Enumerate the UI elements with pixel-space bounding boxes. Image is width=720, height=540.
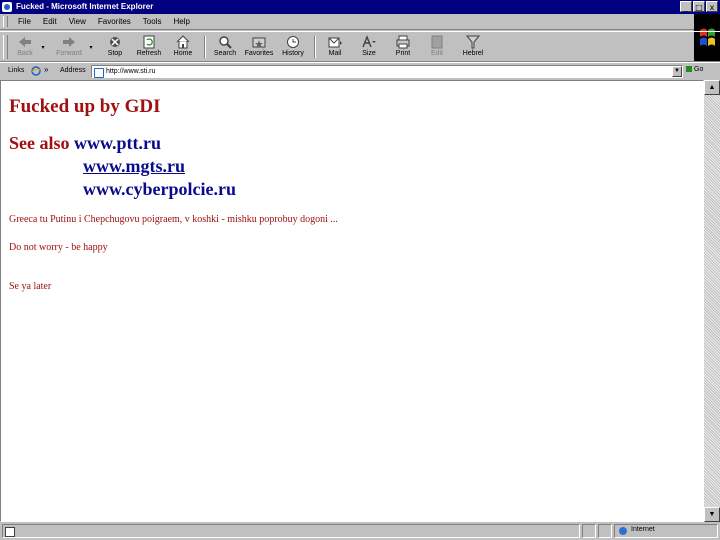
printer-icon	[396, 35, 410, 49]
minimize-button[interactable]: _	[680, 1, 692, 12]
refresh-icon	[143, 35, 155, 49]
menu-edit[interactable]: Edit	[37, 14, 63, 30]
edit-button[interactable]: Edit	[420, 34, 454, 60]
status-text-panel	[2, 524, 580, 538]
page-heading: Fucked up by GDI	[9, 96, 161, 117]
links-chevron-icon[interactable]: »	[44, 65, 48, 74]
refresh-button[interactable]: Refresh	[132, 34, 166, 60]
toolbar-separator	[204, 36, 206, 58]
window-title: Fucked - Microsoft Internet Explorer	[16, 2, 154, 11]
window-controls: _ □ x	[680, 1, 718, 12]
menu-tools[interactable]: Tools	[137, 14, 168, 30]
scroll-up-button[interactable]: ▲	[704, 80, 720, 95]
stop-icon	[110, 37, 120, 47]
back-arrow-icon	[19, 37, 31, 47]
vertical-scrollbar[interactable]: ▲ ▼	[704, 80, 720, 522]
standard-toolbar: Back ▾ Forward ▾ Stop Refresh Home Searc…	[0, 31, 720, 62]
zone-label: Internet	[631, 526, 655, 533]
status-panel	[582, 524, 596, 538]
status-panel	[598, 524, 612, 538]
menu-help[interactable]: Help	[167, 14, 195, 30]
see-also-label: See also	[9, 133, 70, 153]
search-icon	[219, 36, 232, 49]
address-input[interactable]: http://www.sti.ru	[91, 65, 683, 78]
title-bar[interactable]: Fucked - Microsoft Internet Explorer _ □…	[0, 0, 720, 14]
forward-button[interactable]: Forward	[52, 34, 86, 60]
menu-bar: File Edit View Favorites Tools Help	[0, 14, 720, 30]
go-arrow-icon	[686, 66, 692, 73]
print-button[interactable]: Print	[386, 34, 420, 60]
ie-icon[interactable]	[2, 2, 12, 12]
go-button[interactable]: Go	[686, 66, 703, 73]
menu-favorites[interactable]: Favorites	[92, 14, 137, 30]
address-label: Address	[60, 67, 86, 74]
close-button[interactable]: x	[706, 1, 718, 12]
page-icon	[94, 68, 104, 78]
mail-icon	[328, 37, 342, 48]
size-button[interactable]: Size	[352, 34, 386, 60]
home-button[interactable]: Home	[166, 34, 200, 60]
back-button[interactable]: Back	[8, 34, 42, 60]
menu-view[interactable]: View	[63, 14, 92, 30]
search-button[interactable]: Search	[208, 34, 242, 60]
paragraph-later: Se ya later	[9, 281, 52, 292]
ie-link-icon[interactable]	[31, 66, 41, 76]
favorites-button[interactable]: Favorites	[242, 34, 276, 60]
favorites-icon	[252, 37, 266, 48]
history-button[interactable]: History	[276, 34, 310, 60]
stop-button[interactable]: Stop	[98, 34, 132, 60]
edit-icon	[431, 35, 443, 49]
home-icon	[176, 35, 190, 49]
menu-grip[interactable]	[3, 16, 8, 27]
scroll-down-button[interactable]: ▼	[704, 507, 720, 522]
forward-arrow-icon	[63, 37, 75, 47]
hebrel-icon	[465, 35, 481, 49]
page-content: Fucked up by GDI See also www.ptt.ru www…	[0, 80, 704, 522]
security-zone: Internet	[614, 524, 718, 538]
see-also-line: See also www.ptt.ru	[9, 133, 161, 154]
hebrel-button[interactable]: Hebrel	[456, 34, 490, 60]
paragraph-greeting: Greeca tu Putinu i Chepchugovu poigraem,…	[9, 214, 338, 225]
link-ptt[interactable]: www.ptt.ru	[74, 133, 161, 153]
paragraph-happy: Do not worry - be happy	[9, 242, 108, 253]
link-mgts[interactable]: www.mgts.ru	[83, 156, 185, 177]
address-bar: Links » Address http://www.sti.ru ▼ Go	[0, 62, 720, 80]
toolbar-separator	[314, 36, 316, 58]
globe-icon	[619, 527, 627, 535]
mail-button[interactable]: Mail	[318, 34, 352, 60]
document-icon	[5, 527, 15, 537]
menu-file[interactable]: File	[12, 14, 37, 30]
font-size-icon	[362, 35, 376, 48]
status-bar: Internet	[0, 522, 720, 540]
link-cyberpolcie[interactable]: www.cyberpolcie.ru	[83, 179, 236, 200]
links-label[interactable]: Links	[8, 67, 24, 74]
address-dropdown-button[interactable]: ▼	[672, 66, 682, 77]
history-icon	[287, 36, 299, 48]
maximize-button[interactable]: □	[693, 1, 705, 12]
